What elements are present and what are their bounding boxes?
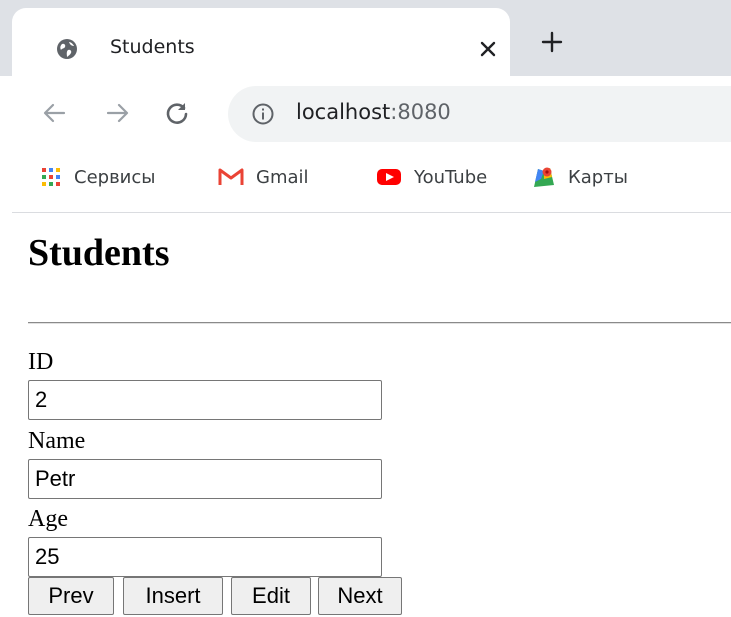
close-icon[interactable]	[478, 39, 498, 59]
bookmarks-bar: Сервисы Gmail YouTube Карты	[0, 152, 731, 212]
horizontal-rule	[28, 322, 731, 324]
page-title: Students	[28, 232, 170, 274]
reload-icon[interactable]	[164, 100, 190, 126]
edit-button[interactable]: Edit	[231, 577, 311, 615]
insert-button[interactable]: Insert	[123, 577, 223, 615]
name-input[interactable]	[28, 459, 382, 499]
forward-arrow-icon[interactable]	[104, 100, 130, 126]
tab-students[interactable]: Students	[12, 8, 510, 76]
apps-grid-icon	[42, 168, 60, 186]
prev-button[interactable]: Prev	[28, 577, 114, 615]
page-content: Students ID Name Age Prev Insert Edit Ne…	[0, 213, 731, 615]
browser-toolbar: localhost:8080	[0, 76, 731, 152]
url-text: localhost:8080	[296, 100, 451, 124]
new-tab-plus-icon[interactable]	[540, 30, 564, 54]
bookmark-label: Сервисы	[74, 166, 156, 188]
gmail-icon	[218, 168, 244, 185]
url-port: :8080	[390, 100, 451, 124]
bookmark-youtube[interactable]: YouTube	[376, 164, 487, 190]
bookmark-label: Gmail	[256, 166, 309, 188]
maps-icon	[534, 167, 554, 187]
age-label: Age	[28, 506, 68, 532]
bookmark-maps[interactable]: Карты	[532, 164, 628, 190]
url-host: localhost	[296, 100, 391, 124]
bookmark-gmail[interactable]: Gmail	[218, 164, 309, 190]
bookmark-label: Карты	[568, 166, 628, 188]
id-input[interactable]	[28, 380, 382, 420]
info-icon[interactable]	[252, 103, 274, 125]
bookmark-label: YouTube	[414, 166, 488, 188]
tab-title: Students	[110, 36, 195, 58]
back-arrow-icon[interactable]	[42, 100, 68, 126]
age-input[interactable]	[28, 537, 382, 577]
name-label: Name	[28, 428, 86, 454]
browser-chrome: Students localhost:8080 Сервисы Gmail Yo…	[0, 0, 731, 213]
youtube-icon	[377, 169, 401, 185]
id-label: ID	[28, 349, 54, 375]
globe-icon	[57, 39, 77, 59]
tab-strip: Students	[0, 0, 731, 76]
address-bar[interactable]: localhost:8080	[228, 86, 731, 142]
bookmark-apps[interactable]: Сервисы	[40, 164, 155, 190]
next-button[interactable]: Next	[318, 577, 402, 615]
